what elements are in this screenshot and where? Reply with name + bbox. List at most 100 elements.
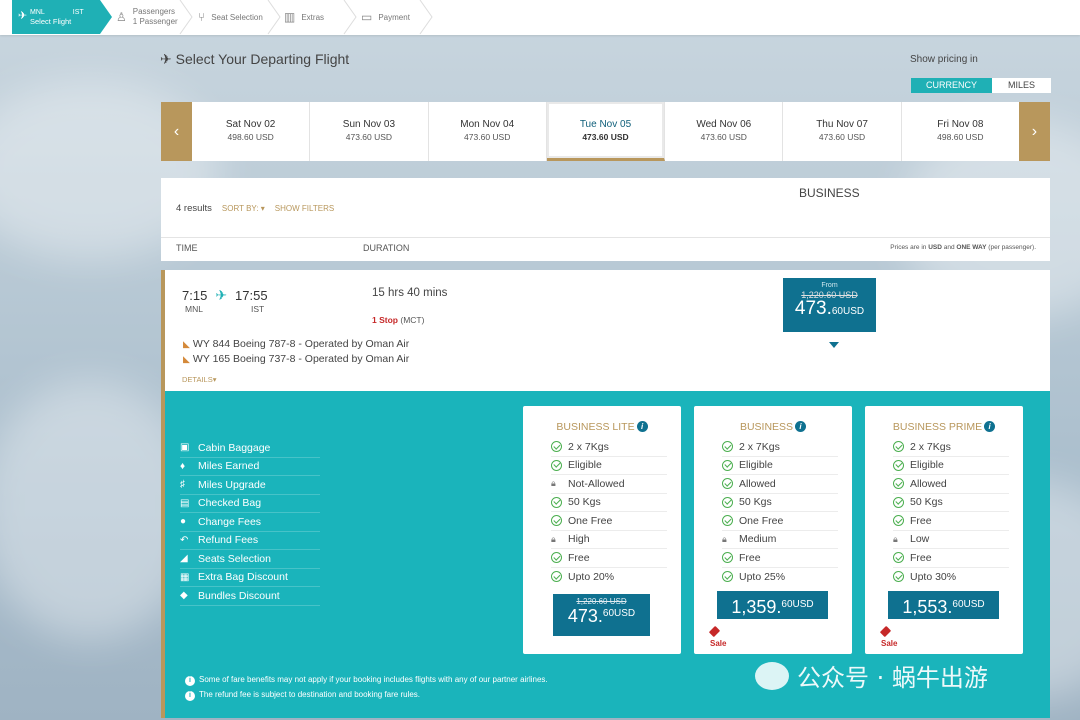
fare-price-button[interactable]: 1,553.60USD <box>888 591 999 619</box>
fare-row: Upto 20% <box>551 568 667 587</box>
check-icon <box>551 571 562 583</box>
fare-row: 🔒︎ Medium <box>722 531 838 549</box>
check-icon <box>551 515 562 527</box>
check-icon <box>722 571 733 583</box>
airline-tail-icon: ◣ <box>183 339 190 349</box>
fare-card-business-lite[interactable]: BUSINESS LITE i 2 x 7Kgs Eligible 🔒︎ Not-A… <box>523 406 681 654</box>
page-title: ✈ Select Your Departing Flight <box>160 51 350 67</box>
segment-row: ◣ WY 165 Boeing 737-8 - Operated by Oman … <box>183 353 410 365</box>
date-option[interactable]: Thu Nov 07 473.60 USD <box>783 102 902 161</box>
benefit-row: ▣ Cabin Baggage <box>180 439 320 458</box>
lock-icon: 🔒︎ <box>722 533 727 544</box>
lock-icon: 🔒︎ <box>551 533 556 544</box>
flight-duration: 15 hrs 40 mins <box>372 287 448 299</box>
fare-row: Eligible <box>722 457 838 475</box>
sort-by-dropdown[interactable]: SORT BY: ▾ <box>222 204 265 213</box>
fare-card-business-prime[interactable]: BUSINESS PRIME i 2 x 7Kgs Eligible Allowe… <box>865 406 1023 654</box>
details-link[interactable]: DETAILS▾ <box>182 375 216 384</box>
fare-price-button[interactable]: 1,220.60 USD 473.60USD <box>553 594 650 636</box>
column-time: TIME <box>176 243 198 253</box>
fare-row: Free <box>893 549 1009 568</box>
fare-row: Upto 30% <box>893 568 1009 587</box>
check-icon <box>722 515 733 527</box>
fare-row: Free <box>893 512 1009 531</box>
info-icon[interactable]: i <box>636 421 648 432</box>
fare-row: One Free <box>722 512 838 531</box>
fare-notes: i Some of fare benefits may not apply if … <box>185 672 548 702</box>
check-icon <box>893 459 904 471</box>
flight-times: 7:15 ✈ 17:55 <box>182 287 268 304</box>
fare-row: 🔒︎ High <box>551 531 667 549</box>
fare-row: 2 x 7Kgs <box>722 438 838 457</box>
prev-dates-button[interactable]: ‹ <box>161 102 192 161</box>
note-row: i Some of fare benefits may not apply if … <box>185 672 548 687</box>
wechat-icon <box>755 661 789 690</box>
fare-row: 🔒︎ Low <box>893 531 1009 549</box>
chevron-left-icon: ‹ <box>173 122 180 140</box>
depart-time: 7:15 <box>182 288 208 303</box>
show-filters-link[interactable]: SHOW FILTERS <box>275 204 334 213</box>
booking-stepper: ✈ MNL IST Select Flight ♙ Passengers 1 P… <box>0 0 1080 35</box>
fare-row: Allowed <box>893 475 1009 494</box>
check-icon <box>551 441 562 453</box>
cabin-column-header: BUSINESS <box>799 186 860 200</box>
origin-code: MNL <box>185 304 203 314</box>
date-option[interactable]: Sat Nov 02 498.60 USD <box>192 102 311 161</box>
fare-card-business[interactable]: BUSINESS i 2 x 7Kgs Eligible Allowed 50 K… <box>694 406 852 654</box>
check-icon <box>722 552 733 564</box>
date-option[interactable]: Mon Nov 04 473.60 USD <box>429 102 547 161</box>
check-icon <box>893 496 904 508</box>
check-icon <box>893 441 904 453</box>
check-icon <box>893 515 904 527</box>
pricing-label: Show pricing in <box>910 54 978 65</box>
divider <box>161 237 1050 238</box>
column-duration: DURATION <box>363 243 410 253</box>
sale-tag-icon <box>879 625 892 638</box>
flight-segments: ◣ WY 844 Boeing 787-8 - Operated by Oman … <box>183 337 409 367</box>
fare-row: 2 x 7Kgs <box>893 438 1009 457</box>
lock-icon: 🔒︎ <box>893 533 898 544</box>
check-icon <box>893 571 904 583</box>
miles-toggle-button[interactable]: MILES <box>992 78 1051 93</box>
miles-icon: ♦ <box>180 460 186 472</box>
results-header: 4 results SORT BY: ▾ SHOW FILTERS BUSINE… <box>161 178 1050 261</box>
info-icon: i <box>185 676 195 686</box>
airline-tail-icon: ◣ <box>183 354 190 364</box>
check-icon <box>722 478 733 490</box>
fare-row: Upto 25% <box>722 568 838 587</box>
main-content: ✈ Select Your Departing Flight Show pric… <box>160 36 1052 720</box>
business-fare-price-button[interactable]: From 1,220.60 USD 473.60USD <box>783 278 876 332</box>
change-icon: ● <box>180 516 187 528</box>
refund-icon: ↶ <box>180 534 189 546</box>
fare-row: Free <box>722 549 838 568</box>
fare-row: 50 Kgs <box>893 494 1009 512</box>
fare-row: 50 Kgs <box>551 494 667 512</box>
suitcase-icon: ▣ <box>180 442 190 454</box>
benefit-row: ● Change Fees <box>180 513 320 532</box>
tag-icon: ◆ <box>180 590 188 602</box>
next-dates-button[interactable]: › <box>1018 102 1050 161</box>
fare-price-button[interactable]: 1,359.60USD <box>717 591 828 619</box>
results-count: 4 results <box>176 203 212 214</box>
date-selector: ‹ Sat Nov 02 498.60 USD Sun Nov 03 473.6… <box>161 102 1050 161</box>
info-icon[interactable]: i <box>795 421 807 432</box>
fare-row: 50 Kgs <box>722 494 838 512</box>
watermark: 公众号 · 蜗牛出游 <box>755 658 988 693</box>
date-option-selected[interactable]: Tue Nov 05 473.60 USD <box>546 102 666 161</box>
currency-toggle-button[interactable]: CURRENCY <box>911 78 992 93</box>
date-option[interactable]: Wed Nov 06 473.60 USD <box>665 102 784 161</box>
date-option[interactable]: Sun Nov 03 473.60 USD <box>310 102 429 161</box>
date-option[interactable]: Fri Nov 08 498.60 USD <box>902 102 1019 161</box>
chevron-right-icon: › <box>1031 122 1038 140</box>
caret-down-icon[interactable] <box>829 342 839 348</box>
destination-code: IST <box>250 304 265 314</box>
info-icon[interactable]: i <box>984 421 996 432</box>
segment-row: ◣ WY 844 Boeing 787-8 - Operated by Oman … <box>183 338 410 350</box>
fare-row: 🔒︎ Not-Allowed <box>551 475 667 494</box>
upgrade-seat-icon: ♯ <box>180 479 185 491</box>
benefit-row: ♦ Miles Earned <box>180 458 320 476</box>
info-icon: i <box>185 691 195 701</box>
flight-card: 7:15 ✈ 17:55 MNL IST 15 hrs 40 mins 1 St… <box>161 270 1050 391</box>
check-icon <box>551 552 562 564</box>
check-icon <box>722 459 733 471</box>
